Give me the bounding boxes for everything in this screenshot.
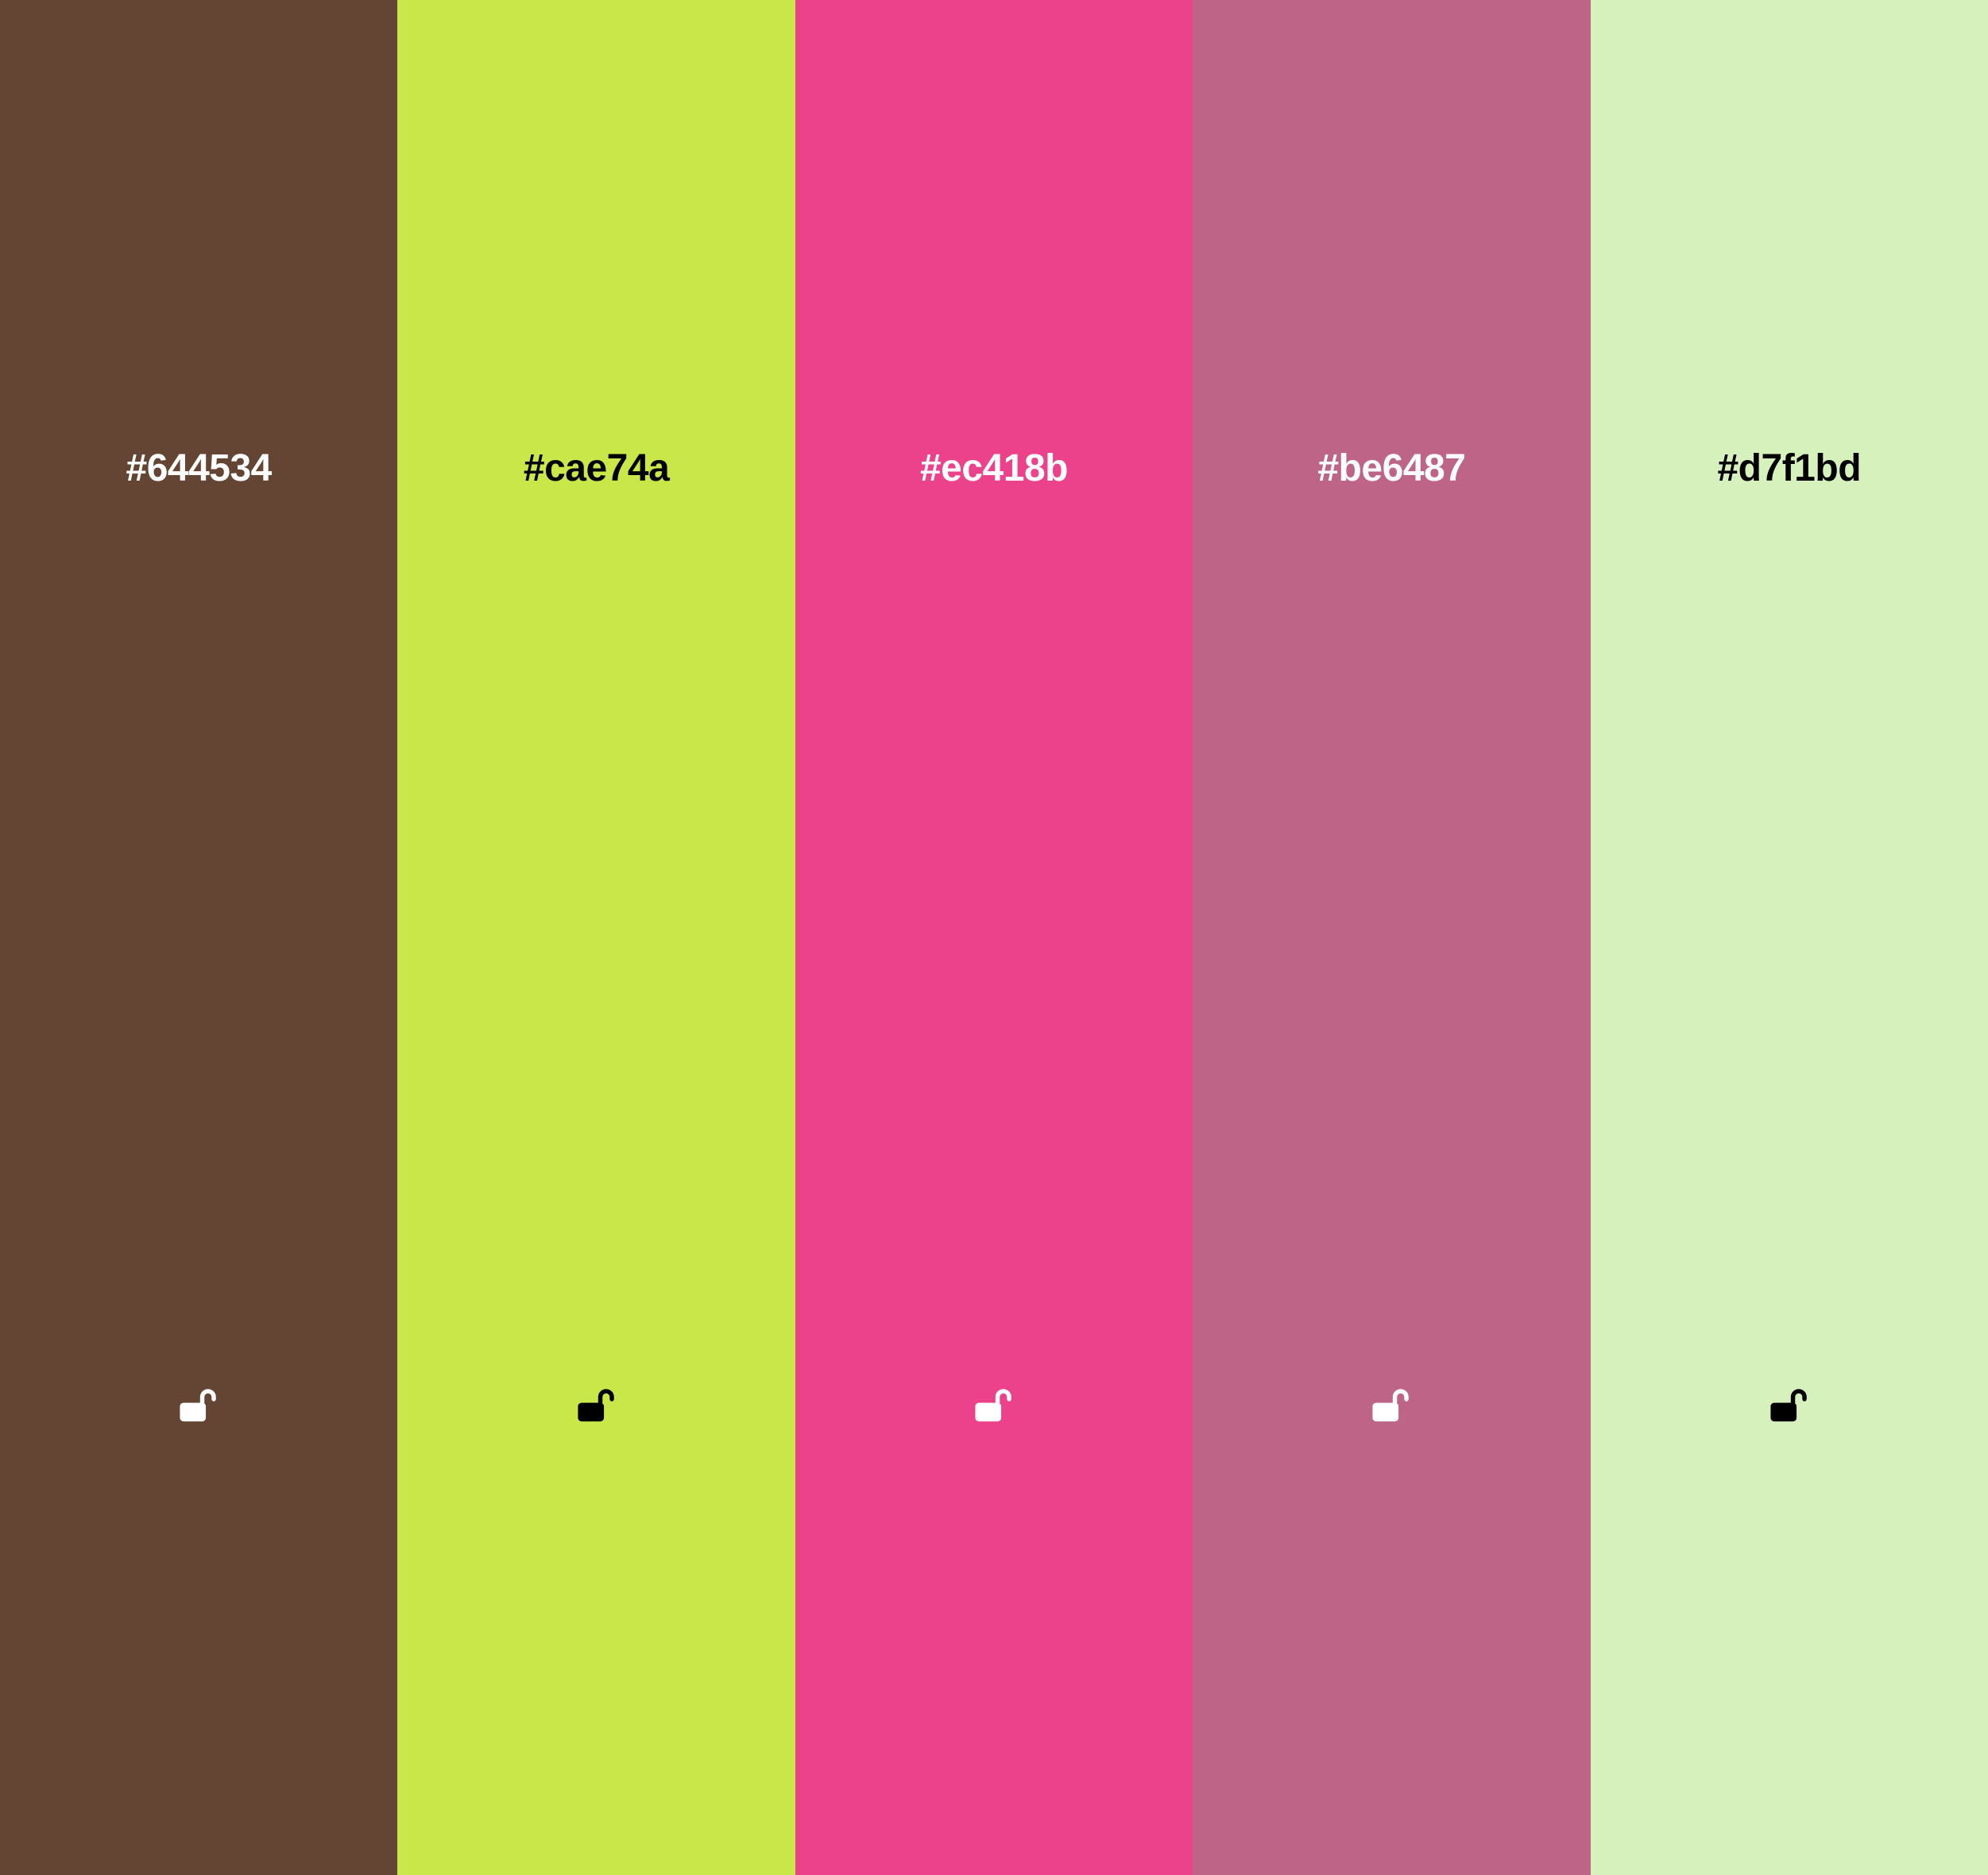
lock-toggle-button[interactable] [966, 1379, 1022, 1435]
lock-toggle-button[interactable] [1363, 1379, 1419, 1435]
hex-code-label[interactable]: #be6487 [1193, 445, 1590, 493]
unlocked-padlock-icon [1770, 1389, 1807, 1422]
hex-code-label[interactable]: #d7f1bd [1591, 445, 1988, 493]
unlocked-padlock-icon [578, 1389, 614, 1422]
color-swatch-3[interactable]: #ec418b [795, 0, 1193, 1875]
unlocked-padlock-icon [180, 1389, 216, 1422]
lock-toggle-button[interactable] [171, 1379, 226, 1435]
color-swatch-2[interactable]: #cae74a [397, 0, 795, 1875]
color-swatch-4[interactable]: #be6487 [1193, 0, 1591, 1875]
unlocked-padlock-icon [975, 1389, 1011, 1422]
color-swatch-1[interactable]: #644534 [0, 0, 398, 1875]
lock-toggle-button[interactable] [569, 1379, 625, 1435]
color-palette: #644534 #cae74a #ec418b #be6487 #d7f1bd [0, 0, 1988, 1875]
color-swatch-5[interactable]: #d7f1bd [1590, 0, 1988, 1875]
hex-code-label[interactable]: #cae74a [397, 445, 795, 493]
hex-code-label[interactable]: #ec418b [795, 445, 1193, 493]
hex-code-label[interactable]: #644534 [0, 445, 397, 493]
unlocked-padlock-icon [1372, 1389, 1410, 1422]
lock-toggle-button[interactable] [1762, 1379, 1817, 1435]
